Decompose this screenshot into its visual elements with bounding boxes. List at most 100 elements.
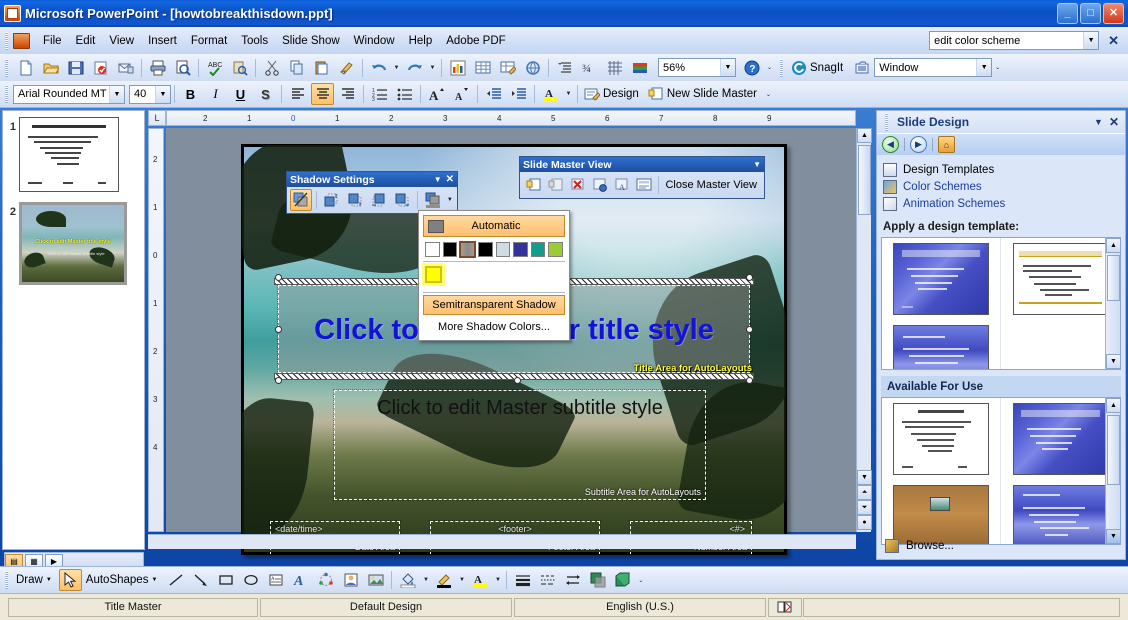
chevron-down-icon[interactable]: ▼: [720, 59, 735, 76]
gallery-cell[interactable]: [1001, 398, 1120, 480]
template-white-gold-bar[interactable]: [1012, 243, 1109, 315]
shadow-style-icon[interactable]: [586, 569, 609, 591]
rectangle-icon[interactable]: [214, 569, 237, 591]
cut-icon[interactable]: [260, 57, 283, 79]
menu-grip[interactable]: [3, 31, 11, 50]
font-color-dropdown-icon[interactable]: ▼: [563, 83, 574, 105]
chevron-down-icon[interactable]: ▼: [1083, 32, 1099, 49]
chevron-down-icon[interactable]: ▼: [1094, 117, 1103, 127]
snagit-window-combobox[interactable]: Window ▼: [874, 58, 993, 77]
resize-handle-se[interactable]: [746, 377, 753, 384]
formatting-toolbar-options-icon[interactable]: ⌄: [763, 83, 774, 105]
delete-master-button[interactable]: [568, 174, 588, 196]
preserve-master-button[interactable]: [590, 174, 610, 196]
chevron-down-icon[interactable]: ▼: [753, 160, 761, 169]
format-painter-icon[interactable]: [335, 57, 358, 79]
line-style-icon[interactable]: [511, 569, 534, 591]
scroll-thumb[interactable]: [858, 145, 871, 215]
semitransparent-shadow-item[interactable]: Semitransparent Shadow: [423, 295, 565, 315]
draw-menu-button[interactable]: Draw ▼: [13, 569, 58, 591]
increase-indent-icon[interactable]: [507, 83, 530, 105]
font-color-icon[interactable]: A: [468, 569, 491, 591]
snagit-toolbar-options-icon[interactable]: ⌄: [992, 57, 1003, 79]
menu-adobe-pdf[interactable]: Adobe PDF: [439, 32, 512, 50]
align-left-icon[interactable]: [286, 83, 309, 105]
previous-slide-button[interactable]: ⏶: [857, 485, 872, 500]
insert-table-draw-icon[interactable]: [496, 57, 519, 79]
chevron-down-icon[interactable]: ▼: [434, 175, 442, 184]
color-grayscale-icon[interactable]: [628, 57, 651, 79]
vertical-ruler[interactable]: 2 1 0 1 2 3 4: [148, 128, 164, 532]
slide-vertical-scrollbar[interactable]: ▲ ▼ ⏶ ⏷ ●: [856, 128, 872, 532]
scroll-down-button[interactable]: ▼: [857, 470, 872, 485]
nudge-shadow-right-button[interactable]: [392, 189, 414, 211]
color-swatch-white[interactable]: [425, 242, 440, 257]
underline-button[interactable]: U: [229, 83, 252, 105]
new-icon[interactable]: [14, 57, 37, 79]
gallery-cell[interactable]: [882, 398, 1001, 480]
snagit-toolbar-grip[interactable]: [778, 58, 786, 77]
shadow-settings-titlebar[interactable]: Shadow Settings ▼ ✕: [287, 172, 457, 187]
shadow-color-dropdown-icon[interactable]: ▼: [445, 189, 455, 211]
horizontal-ruler[interactable]: 2 1 0 1 2 3 4 5 6 7 8 9: [166, 110, 856, 126]
open-icon[interactable]: [39, 57, 62, 79]
scroll-down-button[interactable]: ▼: [1106, 354, 1120, 369]
expand-all-icon[interactable]: [553, 57, 576, 79]
mail-icon[interactable]: [114, 57, 137, 79]
menu-format[interactable]: Format: [184, 32, 234, 50]
ruler-corner-tab[interactable]: L: [148, 110, 166, 126]
clip-art-icon[interactable]: [339, 569, 362, 591]
decrease-indent-icon[interactable]: [482, 83, 505, 105]
font-size-combobox[interactable]: 40 ▼: [129, 84, 171, 104]
close-master-view-button[interactable]: Close Master View: [661, 179, 761, 191]
design-button[interactable]: Design: [581, 83, 645, 105]
color-swatch-black[interactable]: [442, 242, 458, 257]
picture-icon[interactable]: [364, 569, 387, 591]
undo-icon[interactable]: [367, 57, 390, 79]
standard-toolbar-grip[interactable]: [3, 58, 11, 77]
gallery-cell[interactable]: [882, 238, 1001, 320]
color-swatch-indigo[interactable]: [513, 242, 528, 257]
more-shadow-colors-item[interactable]: More Shadow Colors...: [419, 317, 569, 337]
spelling-icon[interactable]: ABC: [203, 57, 226, 79]
shadow-color-button[interactable]: [422, 189, 444, 211]
scroll-up-button[interactable]: ▲: [1106, 398, 1120, 413]
save-icon[interactable]: [64, 57, 87, 79]
maximize-button[interactable]: □: [1080, 3, 1101, 24]
applied-templates-gallery[interactable]: ▲ ▼: [881, 237, 1121, 370]
scroll-thumb[interactable]: [1107, 255, 1120, 301]
color-swatch-black-2[interactable]: [477, 242, 493, 257]
browse-row[interactable]: Browse...: [877, 539, 1125, 553]
spell-check-icon[interactable]: [768, 597, 802, 617]
autoshapes-menu-button[interactable]: AutoShapes ▼: [83, 569, 164, 591]
template-blue-sky[interactable]: [1012, 485, 1109, 544]
snagit-button[interactable]: SnagIt: [788, 57, 849, 79]
research-icon[interactable]: [228, 57, 251, 79]
menu-help[interactable]: Help: [402, 32, 440, 50]
slide-master-thumbnail-1[interactable]: [19, 117, 119, 192]
text-box-icon[interactable]: A: [264, 569, 287, 591]
gallery-cell[interactable]: [1001, 480, 1120, 544]
font-color-dropdown-icon[interactable]: ▼: [492, 569, 503, 591]
3d-style-icon[interactable]: [611, 569, 634, 591]
arrow-style-icon[interactable]: [561, 569, 584, 591]
print-preview-icon[interactable]: [171, 57, 194, 79]
font-name-combobox[interactable]: Arial Rounded MT Bol ▼: [13, 84, 125, 104]
italic-button[interactable]: I: [204, 83, 227, 105]
gallery-cell[interactable]: [882, 320, 1001, 369]
font-color-icon[interactable]: A: [539, 83, 562, 105]
menu-window[interactable]: Window: [347, 32, 402, 50]
numbering-icon[interactable]: 123: [368, 83, 391, 105]
scroll-up-button[interactable]: ▲: [857, 128, 872, 143]
align-center-icon[interactable]: [311, 83, 334, 105]
slide-master-thumbnail-2[interactable]: Click to edit Master title style Click t…: [19, 202, 127, 285]
insert-new-slide-master-button[interactable]: [524, 174, 544, 196]
color-swatch-yellow-green[interactable]: [548, 242, 563, 257]
nudge-shadow-down-button[interactable]: [344, 189, 366, 211]
ask-a-question-box[interactable]: edit color scheme ▼: [929, 31, 1100, 50]
slide-horizontal-scrollbar[interactable]: [148, 534, 856, 549]
color-swatch-teal[interactable]: [530, 242, 546, 257]
thumbnail-row-1[interactable]: 1: [3, 111, 144, 192]
minimize-button[interactable]: _: [1057, 3, 1078, 24]
chevron-down-icon[interactable]: ▼: [976, 59, 992, 76]
